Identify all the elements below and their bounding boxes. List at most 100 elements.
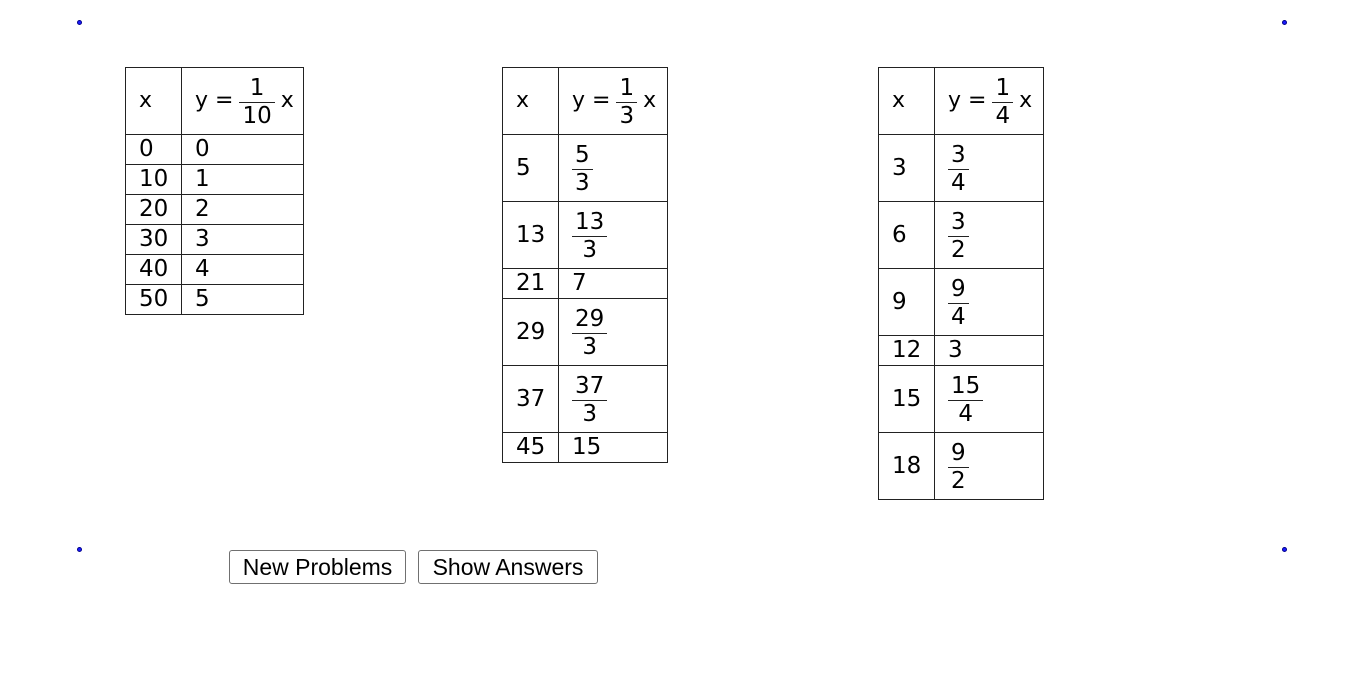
numerator: 29 <box>575 305 605 332</box>
y-value: 7 <box>558 268 668 299</box>
numerator: 5 <box>575 141 590 168</box>
new-problems-button[interactable]: New Problems <box>229 550 406 584</box>
table-row: 37 37 3 <box>502 365 668 433</box>
x-value: 50 <box>125 284 182 315</box>
x-header: x <box>125 67 182 135</box>
y-value: 15 4 <box>934 365 1044 433</box>
numerator: 1 <box>619 74 635 101</box>
table-row: 21 7 <box>502 268 668 299</box>
x-value: 30 <box>125 224 182 255</box>
x-value: 6 <box>878 201 935 269</box>
numerator: 13 <box>575 208 605 235</box>
y-value: 3 <box>934 335 1044 366</box>
y-value: 13 3 <box>558 201 668 269</box>
denominator: 2 <box>951 467 966 494</box>
equation-suffix: x <box>643 88 657 113</box>
table-row: 20 2 <box>125 194 304 225</box>
x-value: 13 <box>502 201 559 269</box>
denominator: 10 <box>242 102 272 129</box>
denominator: 4 <box>995 102 1011 129</box>
x-value: 18 <box>878 432 935 500</box>
table-row: 9 94 <box>878 268 1044 336</box>
show-answers-button[interactable]: Show Answers <box>418 550 598 584</box>
y-value: 94 <box>934 268 1044 336</box>
table-row: 50 5 <box>125 284 304 315</box>
y-fraction: 92 <box>948 440 969 493</box>
coefficient-fraction: 1 4 <box>992 75 1014 129</box>
y-fraction: 15 4 <box>948 372 984 426</box>
y-value: 92 <box>934 432 1044 500</box>
table-header-row: x y = 1 10 x <box>125 67 304 135</box>
y-header: y = 1 3 x <box>558 67 668 135</box>
denominator: 3 <box>582 400 597 427</box>
table-row: 5 53 <box>502 134 668 202</box>
y-fraction: 29 3 <box>572 305 608 360</box>
coefficient-fraction: 1 3 <box>616 74 638 129</box>
denominator: 3 <box>575 169 590 196</box>
x-value: 15 <box>878 365 935 433</box>
denominator: 2 <box>951 236 966 263</box>
x-value: 45 <box>502 432 559 463</box>
y-fraction: 94 <box>948 276 969 329</box>
y-value: 15 <box>558 432 668 463</box>
numerator: 3 <box>951 208 966 235</box>
coefficient-fraction: 1 10 <box>239 74 275 129</box>
table-row: 3 34 <box>878 134 1044 202</box>
y-value: 37 3 <box>558 365 668 433</box>
corner-point-top-right[interactable] <box>1282 20 1287 25</box>
value-table-1: x y = 1 10 x 00 10 1 20 2 30 3 40 4 50 5 <box>125 67 304 315</box>
table-header-row: x y = 1 3 x <box>502 67 668 135</box>
x-value: 12 <box>878 335 935 366</box>
y-fraction: 13 3 <box>572 208 608 263</box>
y-value: 29 3 <box>558 298 668 366</box>
numerator: 3 <box>951 141 966 168</box>
x-value: 40 <box>125 254 182 285</box>
y-value: 53 <box>558 134 668 202</box>
y-header: y = 1 4 x <box>934 67 1044 135</box>
x-value: 21 <box>502 268 559 299</box>
table-row: 00 <box>125 134 304 165</box>
numerator: 37 <box>575 372 605 399</box>
x-value: 5 <box>502 134 559 202</box>
denominator: 4 <box>951 169 966 196</box>
y-value: 1 <box>181 164 304 195</box>
equation-prefix: y = <box>195 88 234 113</box>
x-value: 37 <box>502 365 559 433</box>
numerator: 9 <box>951 275 966 302</box>
numerator: 15 <box>951 372 981 399</box>
denominator: 3 <box>582 333 597 360</box>
y-value: 0 <box>181 134 304 165</box>
numerator: 9 <box>951 439 966 466</box>
equation-prefix: y = <box>948 88 987 113</box>
corner-point-bottom-right[interactable] <box>1282 547 1287 552</box>
y-value: 5 <box>181 284 304 315</box>
denominator: 4 <box>951 303 966 330</box>
numerator: 1 <box>249 74 265 101</box>
table-row: 29 29 3 <box>502 298 668 366</box>
x-header: x <box>878 67 935 135</box>
y-value: 3 <box>181 224 304 255</box>
corner-point-bottom-left[interactable] <box>77 547 82 552</box>
y-fraction: 32 <box>948 209 969 262</box>
y-header: y = 1 10 x <box>181 67 304 135</box>
table-row: 30 3 <box>125 224 304 255</box>
x-value: 29 <box>502 298 559 366</box>
table-row: 10 1 <box>125 164 304 195</box>
x-value: 3 <box>878 134 935 202</box>
y-value: 34 <box>934 134 1044 202</box>
table-row: 12 3 <box>878 335 1044 366</box>
denominator: 3 <box>619 102 635 129</box>
equation-suffix: x <box>1019 88 1033 113</box>
y-fraction: 34 <box>948 142 969 195</box>
corner-point-top-left[interactable] <box>77 20 82 25</box>
table-row: 40 4 <box>125 254 304 285</box>
table-row: 6 32 <box>878 201 1044 269</box>
table-row: 18 92 <box>878 432 1044 500</box>
y-value: 32 <box>934 201 1044 269</box>
value-table-3: x y = 1 4 x 3 34 6 32 9 94 12 3 15 154 <box>878 67 1044 500</box>
equation-suffix: x <box>280 88 294 113</box>
x-value: 20 <box>125 194 182 225</box>
denominator: 3 <box>582 236 597 263</box>
x-value: 0 <box>125 134 182 165</box>
y-fraction: 53 <box>572 142 593 195</box>
